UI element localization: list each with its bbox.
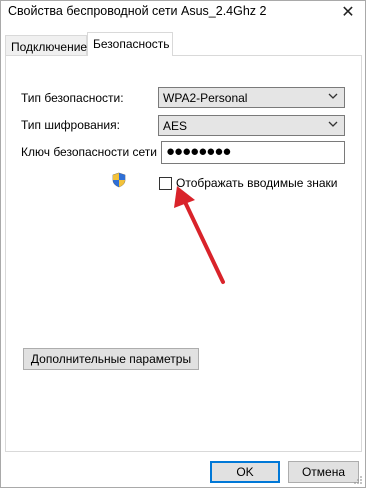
network-key-input[interactable]: ●●●●●●●● xyxy=(161,141,345,164)
close-icon: ✕ xyxy=(341,4,355,21)
security-type-select[interactable]: WPA2-Personal xyxy=(158,87,345,108)
advanced-settings-button[interactable]: Дополнительные параметры xyxy=(23,348,199,370)
tab-security-label: Безопасность xyxy=(93,37,170,51)
encryption-type-value: AES xyxy=(163,119,188,133)
dialog-window: Свойства беспроводной сети Asus_2.4Ghz 2… xyxy=(0,0,366,488)
encryption-type-select[interactable]: AES xyxy=(158,115,345,136)
ok-button-label: OK xyxy=(236,465,254,479)
network-key-value: ●●●●●●●● xyxy=(166,143,231,160)
security-type-label: Тип безопасности: xyxy=(21,91,124,105)
show-characters-checkbox[interactable] xyxy=(159,177,172,190)
tab-connection[interactable]: Подключение xyxy=(5,35,87,55)
close-button[interactable]: ✕ xyxy=(331,1,365,23)
tab-connection-label: Подключение xyxy=(11,40,88,54)
cancel-button-label: Отмена xyxy=(301,465,346,479)
advanced-settings-label: Дополнительные параметры xyxy=(30,352,192,366)
security-type-value: WPA2-Personal xyxy=(163,91,248,105)
chevron-down-icon xyxy=(328,121,338,127)
security-tab-panel: Тип безопасности: WPA2-Personal Тип шифр… xyxy=(5,55,362,452)
chevron-down-icon xyxy=(328,93,338,99)
show-characters-label[interactable]: Отображать вводимые знаки xyxy=(176,176,337,190)
tab-security[interactable]: Безопасность xyxy=(87,32,173,56)
encryption-type-label: Тип шифрования: xyxy=(21,118,120,132)
network-key-label: Ключ безопасности сети xyxy=(21,145,157,159)
ok-button[interactable]: OK xyxy=(210,461,280,483)
title-bar: Свойства беспроводной сети Asus_2.4Ghz 2… xyxy=(1,1,365,32)
uac-shield-icon xyxy=(112,172,126,188)
cancel-button[interactable]: Отмена xyxy=(288,461,359,483)
window-title: Свойства беспроводной сети Asus_2.4Ghz 2 xyxy=(8,4,267,18)
resize-grip-icon[interactable] xyxy=(353,475,363,485)
